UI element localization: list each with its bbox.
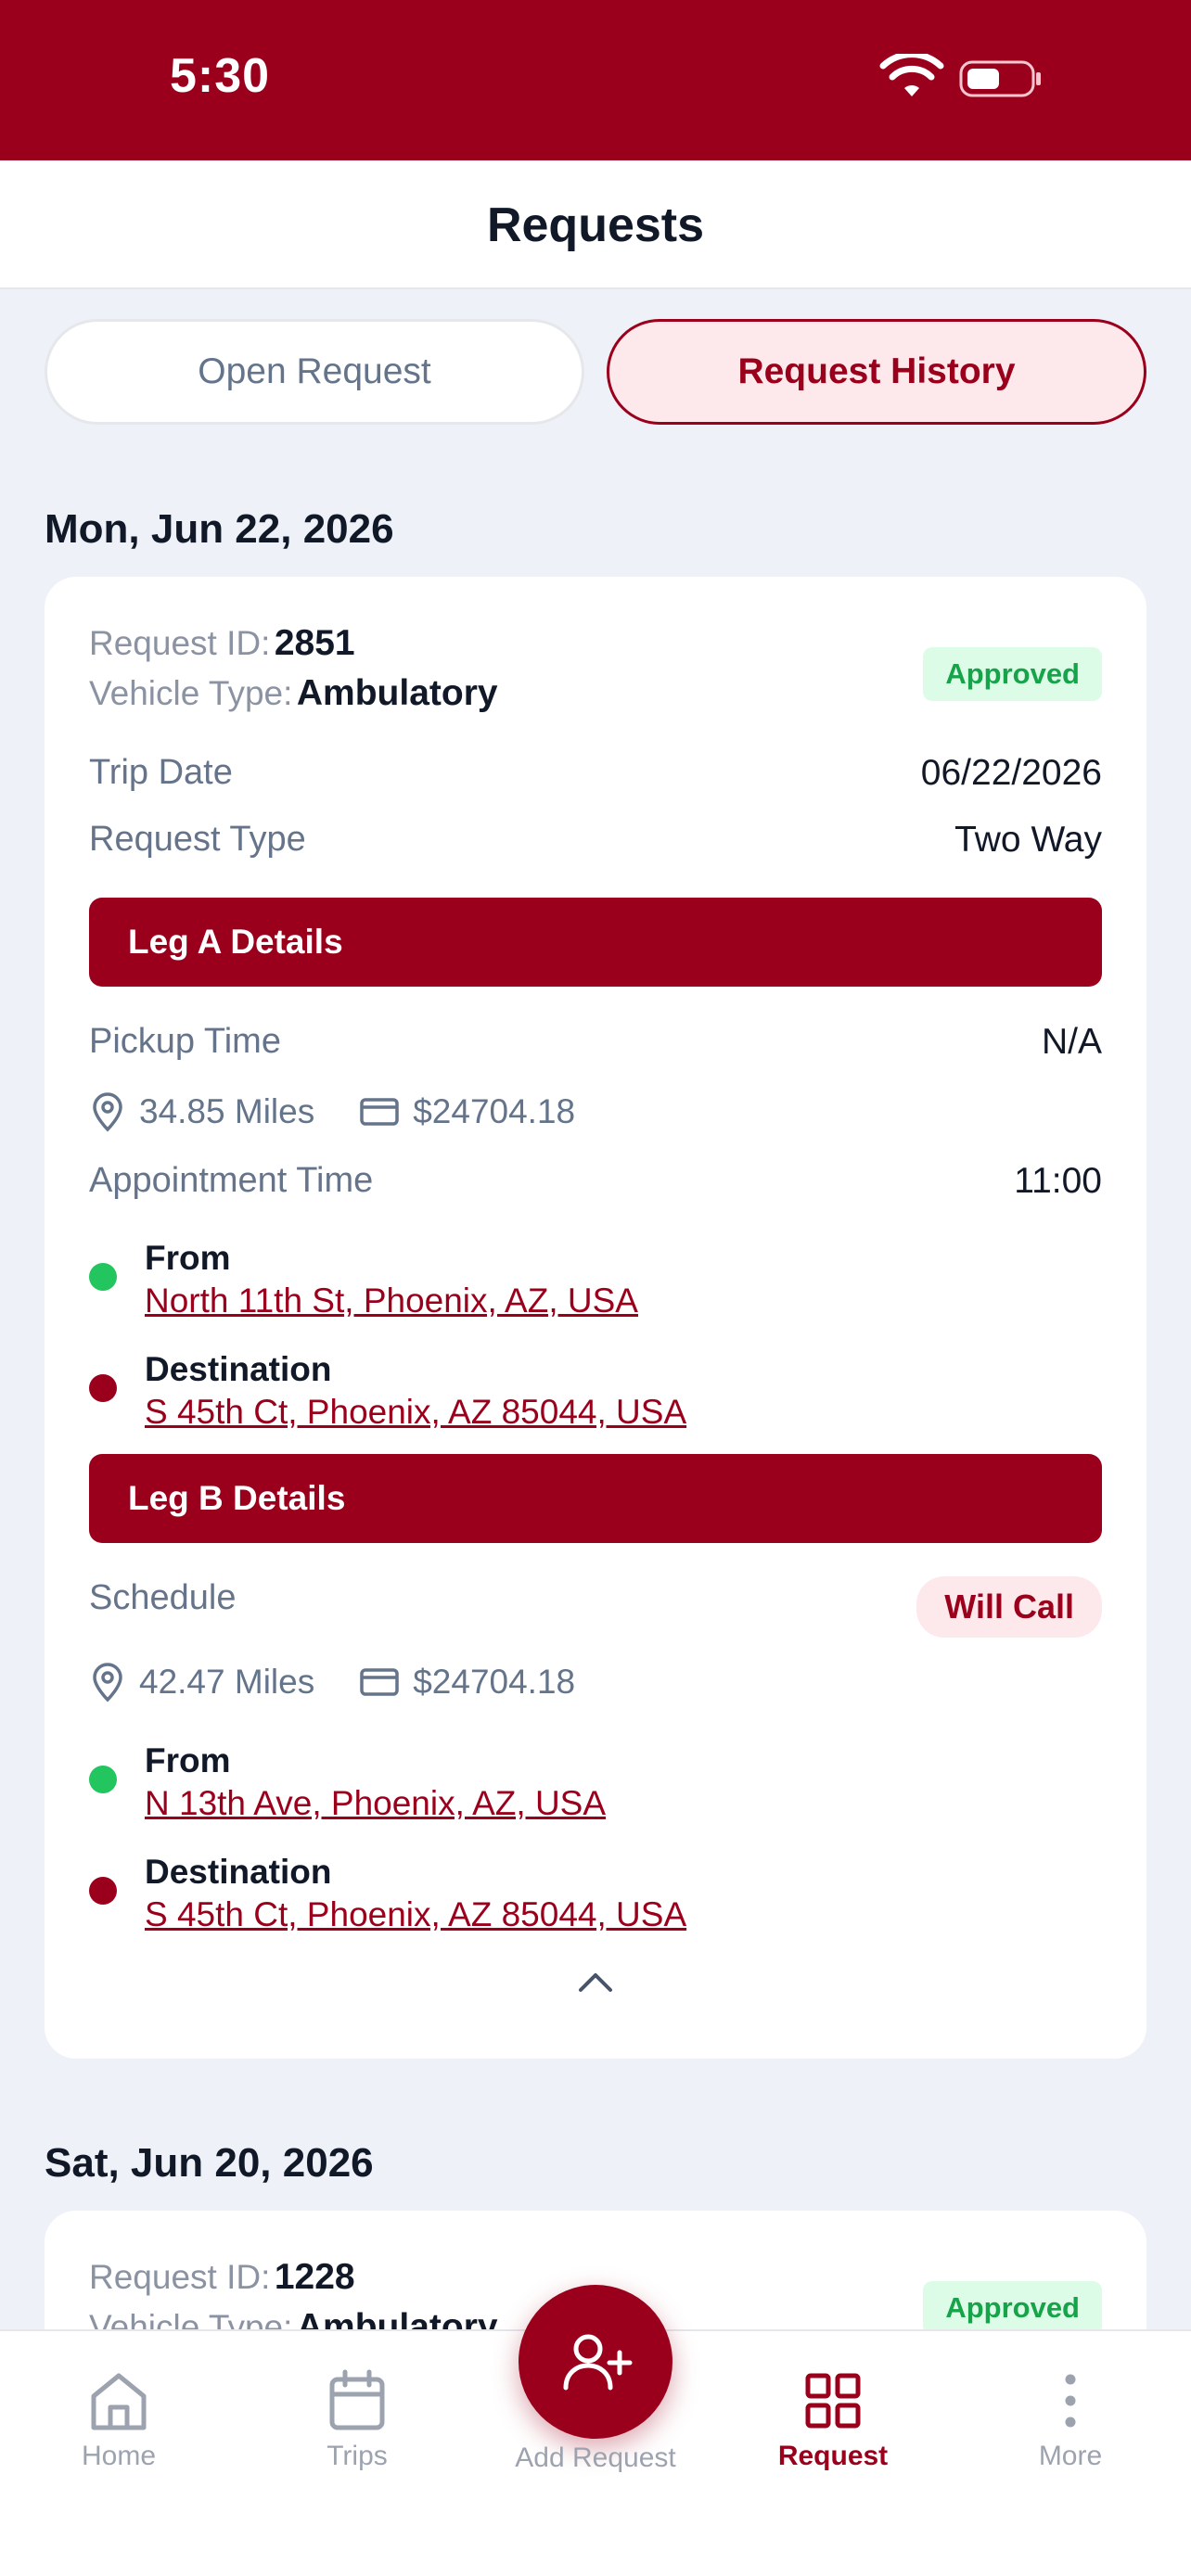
battery-icon <box>959 60 1041 97</box>
nav-more[interactable]: More <box>978 2368 1163 2472</box>
from-dot <box>89 1766 117 1793</box>
header: Requests <box>0 160 1191 289</box>
leg-a-cost: $24704.18 <box>413 1092 576 1130</box>
leg-a-header[interactable]: Leg A Details <box>89 898 1102 987</box>
tab-open-request[interactable]: Open Request <box>45 319 584 425</box>
location-pin-icon <box>93 1092 122 1132</box>
pickup-time-label: Pickup Time <box>89 1022 281 1061</box>
leg-a-meta: 34.85 Miles $24704.18 <box>89 1091 575 1132</box>
request-id-row: Request ID: 1228 <box>89 2257 355 2298</box>
leg-b-meta: 42.47 Miles $24704.18 <box>89 1662 575 1702</box>
request-id-label: Request ID: <box>89 2258 271 2296</box>
nav-request[interactable]: Request <box>740 2368 926 2472</box>
vehicle-type-label: Vehicle Type: <box>89 674 293 712</box>
leg-a-miles: 34.85 Miles <box>139 1092 315 1130</box>
request-type-label: Request Type <box>89 820 306 859</box>
date-heading: Mon, Jun 22, 2026 <box>45 506 394 552</box>
from-address-link[interactable]: North 11th St, Phoenix, AZ, USA <box>145 1282 638 1320</box>
leg-b-header[interactable]: Leg B Details <box>89 1454 1102 1543</box>
wifi-icon <box>879 54 944 96</box>
request-id-value: 2851 <box>274 623 355 663</box>
destination-address-link[interactable]: S 45th Ct, Phoenix, AZ 85044, USA <box>145 1895 686 1934</box>
trip-date-value: 06/22/2026 <box>920 753 1102 793</box>
vehicle-type-row: Vehicle Type: Ambulatory <box>89 673 498 714</box>
page-title: Requests <box>486 198 705 252</box>
home-icon <box>91 2373 147 2430</box>
schedule-label: Schedule <box>89 1578 237 1617</box>
chevron-up-icon[interactable] <box>577 1968 614 1996</box>
appointment-time-value: 11:00 <box>1014 1161 1102 1201</box>
leg-b-miles: 42.47 Miles <box>139 1663 315 1701</box>
from-address-link[interactable]: N 13th Ave, Phoenix, AZ, USA <box>145 1784 606 1823</box>
trip-date-label: Trip Date <box>89 753 233 792</box>
status-time: 5:30 <box>170 49 271 103</box>
will-call-badge: Will Call <box>916 1576 1102 1638</box>
request-card[interactable]: Request ID: 2851 Vehicle Type: Ambulator… <box>45 577 1146 2059</box>
nav-request-label: Request <box>777 2441 889 2471</box>
nav-trips-label: Trips <box>327 2441 388 2471</box>
more-vertical-icon <box>1065 2374 1076 2428</box>
tab-request-history[interactable]: Request History <box>607 319 1146 425</box>
card-icon <box>360 1668 399 1696</box>
appointment-time-label: Appointment Time <box>89 1161 374 1200</box>
card-icon <box>360 1098 399 1126</box>
vehicle-type-value: Ambulatory <box>296 673 498 713</box>
from-dot <box>89 1263 117 1291</box>
request-type-value: Two Way <box>954 820 1102 860</box>
nav-trips[interactable]: Trips <box>264 2368 450 2472</box>
request-id-label: Request ID: <box>89 624 271 662</box>
destination-label: Destination <box>145 1853 332 1891</box>
destination-dot <box>89 1374 117 1402</box>
destination-address-link[interactable]: S 45th Ct, Phoenix, AZ 85044, USA <box>145 1393 686 1432</box>
from-label: From <box>145 1741 231 1779</box>
leg-b-cost: $24704.18 <box>413 1663 576 1701</box>
date-heading: Sat, Jun 20, 2026 <box>45 2140 374 2186</box>
status-bar: 5:30 <box>0 0 1191 160</box>
nav-home[interactable]: Home <box>26 2368 211 2472</box>
location-pin-icon <box>93 1663 122 1702</box>
calendar-icon <box>329 2369 385 2430</box>
destination-label: Destination <box>145 1350 332 1388</box>
status-badge: Approved <box>923 2281 1102 2335</box>
destination-dot <box>89 1877 117 1905</box>
nav-more-label: More <box>1038 2441 1103 2471</box>
add-request-button[interactable] <box>519 2285 672 2439</box>
add-user-icon <box>563 2334 633 2391</box>
nav-add-request-label: Add Request <box>515 2442 676 2473</box>
nav-home-label: Home <box>81 2441 157 2471</box>
status-badge: Approved <box>923 647 1102 701</box>
pickup-time-value: N/A <box>1041 1022 1102 1062</box>
grid-icon <box>805 2373 861 2429</box>
request-id-value: 1228 <box>274 2257 355 2297</box>
from-label: From <box>145 1239 231 1277</box>
request-id-row: Request ID: 2851 <box>89 623 355 664</box>
